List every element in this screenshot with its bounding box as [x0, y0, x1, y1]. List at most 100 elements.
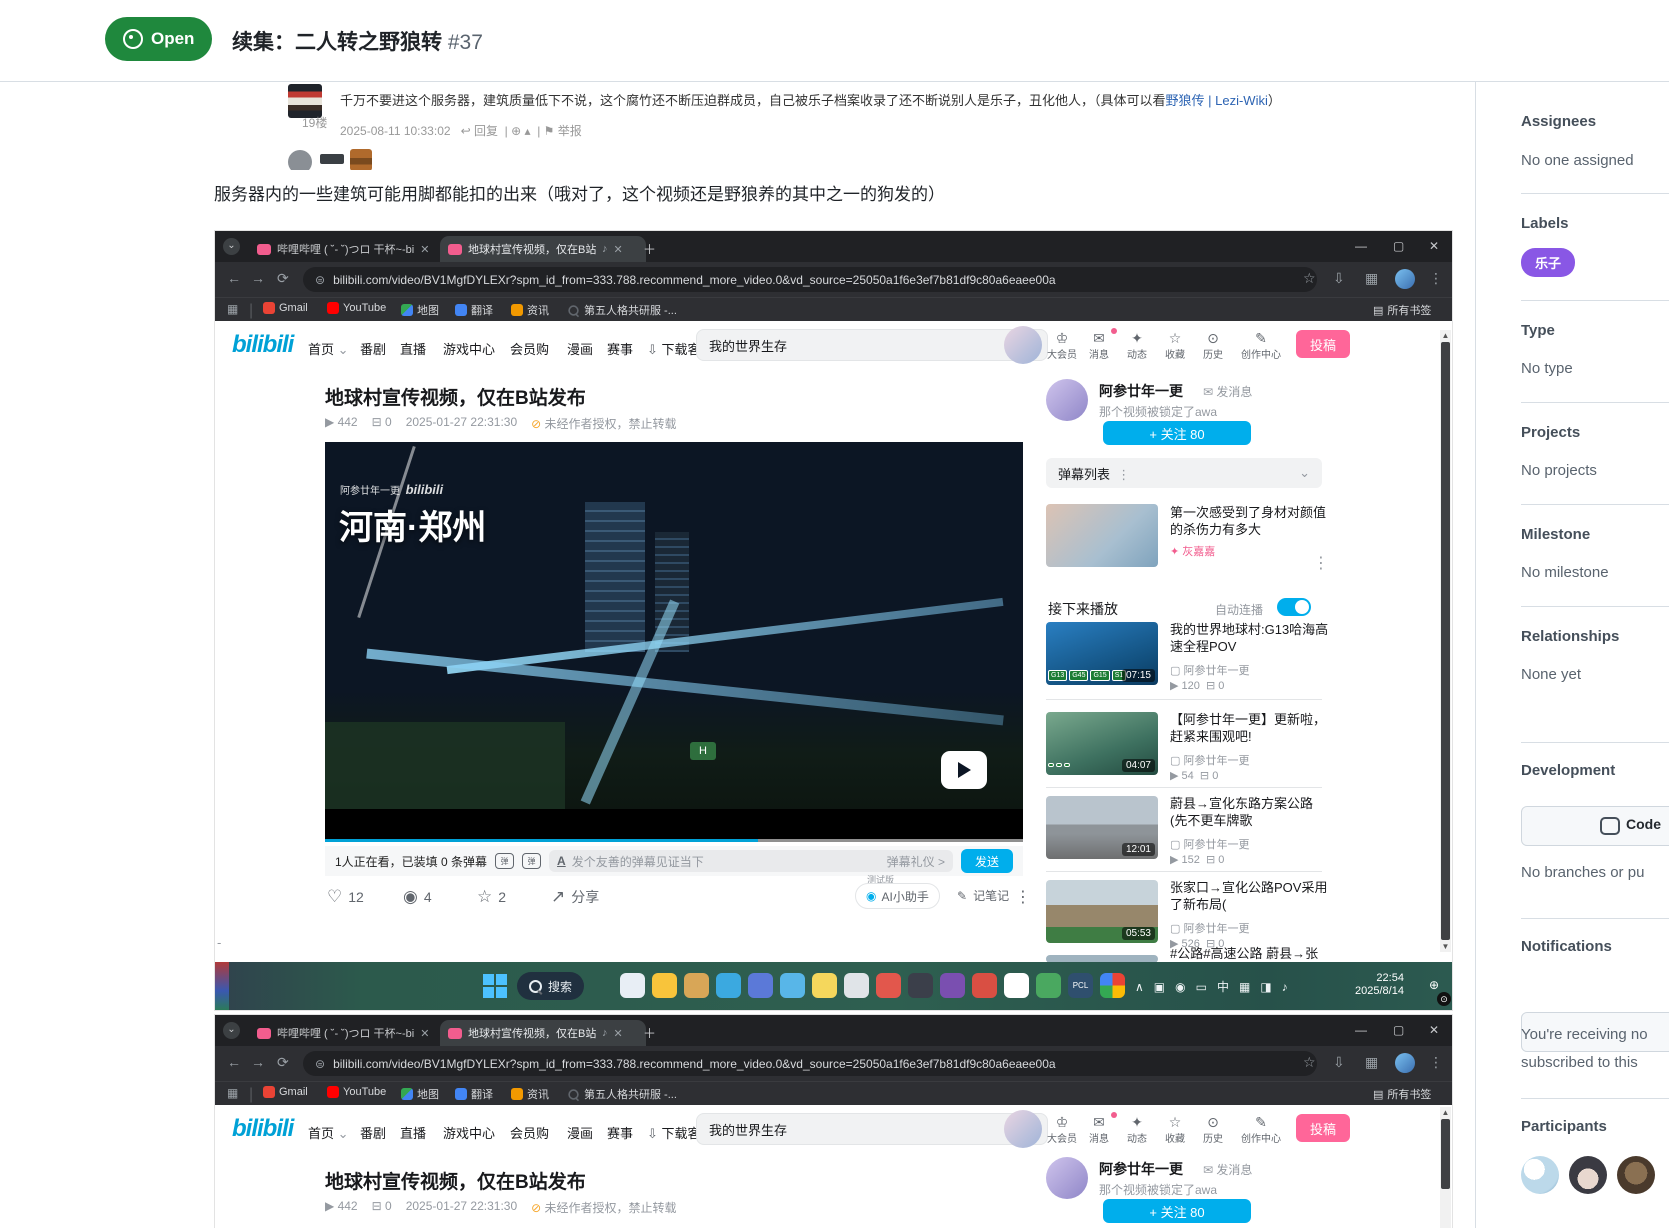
rec-thumbnail[interactable]: 12:01	[1046, 796, 1158, 859]
tab-1-close-icon[interactable]: ✕	[420, 243, 429, 256]
tab-search-chevron[interactable]: ⌄	[223, 238, 240, 255]
apps-grid-icon[interactable]: ▦	[227, 302, 238, 316]
display-icon[interactable]: ▭	[1196, 980, 1207, 994]
follow-button[interactable]: + 关注 80	[1103, 1199, 1251, 1223]
new-tab-button[interactable]: ＋	[643, 239, 656, 258]
bookmark-identity5[interactable]: 第五人格共研服 -...	[567, 302, 677, 318]
apps-grid-icon[interactable]: ▦	[227, 1086, 238, 1100]
bili-user-avatar[interactable]	[1004, 326, 1042, 364]
rec-title[interactable]: 【阿参廿年一更】更新啦，赶紧来围观吧!	[1170, 711, 1330, 745]
bookmark-translate[interactable]: 翻译	[455, 1086, 493, 1102]
menu-favorites[interactable]: ☆收藏	[1165, 1115, 1185, 1145]
player-control-bar[interactable]	[325, 809, 1023, 839]
browser-profile-avatar[interactable]	[1395, 269, 1415, 289]
notification-bell-icon[interactable]: ⊕	[1429, 978, 1439, 992]
tray-expand-icon[interactable]: ∧	[1135, 980, 1144, 994]
bili-nav-esports[interactable]: 赛事	[607, 1123, 633, 1142]
assignees-heading[interactable]: Assignees	[1521, 113, 1596, 130]
page-scrollbar[interactable]: ▲	[1440, 1107, 1451, 1228]
send-message-link[interactable]: ✉ 发消息	[1203, 1161, 1252, 1178]
rec-thumbnail[interactable]	[1046, 504, 1158, 567]
all-bookmarks[interactable]: ▤所有书签	[1373, 1086, 1431, 1102]
bili-nav-manga[interactable]: 漫画	[567, 339, 593, 358]
window-maximize-button[interactable]: ▢	[1393, 239, 1404, 253]
tab-1[interactable]: 哔哩哔哩 ( ˘- ˘)つロ 干杯~-bi ✕	[249, 1020, 451, 1046]
bookmark-news[interactable]: 资讯	[511, 1086, 549, 1102]
back-icon[interactable]: ←	[227, 270, 241, 286]
tab-search-chevron[interactable]: ⌄	[223, 1022, 240, 1039]
danmaku-font-icon[interactable]: A	[557, 854, 566, 868]
bili-nav-home[interactable]: 首页 ⌄	[308, 1123, 349, 1142]
danmaku-settings-icon[interactable]: 弹	[522, 853, 541, 869]
bookmark-youtube[interactable]: YouTube	[327, 302, 386, 314]
vote-icon[interactable]: ⊕	[511, 124, 521, 138]
tab-2-active[interactable]: 地球村宣传视频，仅在B站 ♪ ✕	[440, 236, 646, 262]
share-button[interactable]: ↗分享	[551, 887, 599, 907]
like-button[interactable]: ♡12	[327, 887, 364, 907]
participants-heading[interactable]: Participants	[1521, 1118, 1607, 1135]
app-icon[interactable]	[940, 973, 965, 998]
taskbar-clock[interactable]: 22:54 2025/8/14	[1355, 972, 1404, 998]
notifications-heading[interactable]: Notifications	[1521, 938, 1612, 955]
menu-vip[interactable]: ♔大会员	[1047, 1115, 1077, 1145]
tab-audio-icon[interactable]: ♪	[602, 243, 608, 255]
rec-uploader[interactable]: ✦ 灰嘉嘉	[1170, 543, 1215, 559]
window-close-button[interactable]: ✕	[1429, 1023, 1439, 1037]
projects-heading[interactable]: Projects	[1521, 424, 1580, 441]
taskbar-search[interactable]: 搜索	[517, 972, 584, 1000]
reload-icon[interactable]: ⟳	[277, 1054, 289, 1071]
app-icon[interactable]	[780, 973, 805, 998]
danmaku-toggle-on-icon[interactable]: 弹	[495, 853, 514, 869]
participant-avatar[interactable]	[1569, 1156, 1607, 1194]
more-actions-icon[interactable]: ⋮	[1015, 887, 1031, 907]
browser-menu-icon[interactable]: ⋮	[1429, 270, 1443, 287]
rec-title[interactable]: 第一次感受到了身材对颜值的杀伤力有多大	[1170, 504, 1330, 538]
bili-nav-live[interactable]: 直播	[400, 1123, 426, 1142]
rec-title[interactable]: 张家口→宣化公路POV采用了新布局(	[1170, 879, 1330, 913]
danmaku-input[interactable]: A 发个友善的弹幕见证当下 弹幕礼仪 >	[549, 850, 953, 872]
bookmark-translate[interactable]: 翻译	[455, 302, 493, 318]
bookmark-maps[interactable]: 地图	[401, 302, 439, 318]
bookmark-star-icon[interactable]: ☆	[1303, 1054, 1316, 1071]
camera-indicator-icon[interactable]: ▣	[1154, 980, 1165, 994]
keyboard-icon[interactable]: ▦	[1239, 980, 1250, 994]
bili-search-box[interactable]: 我的世界生存	[696, 1113, 1048, 1145]
tab-2-close-icon[interactable]: ✕	[614, 1027, 623, 1040]
bili-nav-home[interactable]: 首页 ⌄	[308, 339, 349, 358]
url-bar[interactable]: ⊜ bilibili.com/video/BV1MgfDYLEXr?spm_id…	[303, 267, 1317, 292]
rec-uploader[interactable]: ▢ 阿参廿年一更	[1170, 662, 1249, 678]
chrome-icon[interactable]	[1100, 973, 1125, 998]
bili-nav-esports[interactable]: 赛事	[607, 339, 633, 358]
menu-messages[interactable]: ✉消息	[1089, 1115, 1109, 1145]
forum-avatar[interactable]	[288, 84, 322, 118]
bookmark-identity5[interactable]: 第五人格共研服 -...	[567, 1086, 677, 1102]
app-icon[interactable]	[908, 973, 933, 998]
scroll-down-arrow[interactable]: ▼	[1440, 941, 1451, 952]
bili-nav-bangumi[interactable]: 番剧	[360, 339, 386, 358]
folder-icon[interactable]	[652, 973, 677, 998]
window-minimize-button[interactable]: —	[1355, 1023, 1367, 1037]
rec-thumbnail[interactable]: 04:07	[1046, 712, 1158, 775]
tab-2-active[interactable]: 地球村宣传视频，仅在B站 ♪ ✕	[440, 1020, 646, 1046]
danmaku-etiquette-link[interactable]: 弹幕礼仪 >	[887, 853, 945, 870]
app-icon[interactable]	[748, 973, 773, 998]
rec-uploader[interactable]: ▢ 阿参廿年一更	[1170, 836, 1249, 852]
vote-up-icon[interactable]: ▴	[525, 124, 531, 138]
rec-more-icon[interactable]: ⋮	[1313, 553, 1329, 573]
danmaku-list-panel[interactable]: 弹幕列表 ⋮ ⌄	[1046, 458, 1322, 488]
bookmark-gmail[interactable]: Gmail	[263, 302, 308, 314]
rec-thumbnail[interactable]: 05:53	[1046, 880, 1158, 943]
rec-uploader[interactable]: ▢ 阿参廿年一更	[1170, 920, 1249, 936]
extensions-icon[interactable]: ▦	[1365, 1054, 1378, 1071]
menu-vip[interactable]: ♔大会员	[1047, 331, 1077, 361]
window-close-button[interactable]: ✕	[1429, 239, 1439, 253]
browser-profile-avatar[interactable]	[1395, 1053, 1415, 1073]
site-info-icon[interactable]: ⊜	[315, 273, 325, 287]
menu-favorites[interactable]: ☆收藏	[1165, 331, 1185, 361]
tab-2-close-icon[interactable]: ✕	[614, 243, 623, 256]
panel-expand-icon[interactable]: ⌄	[1299, 465, 1310, 481]
participant-avatar[interactable]	[1521, 1156, 1559, 1194]
tab-audio-icon[interactable]: ♪	[602, 1027, 608, 1039]
browser-menu-icon[interactable]: ⋮	[1429, 1054, 1443, 1071]
scrollbar-thumb[interactable]	[1441, 342, 1450, 940]
